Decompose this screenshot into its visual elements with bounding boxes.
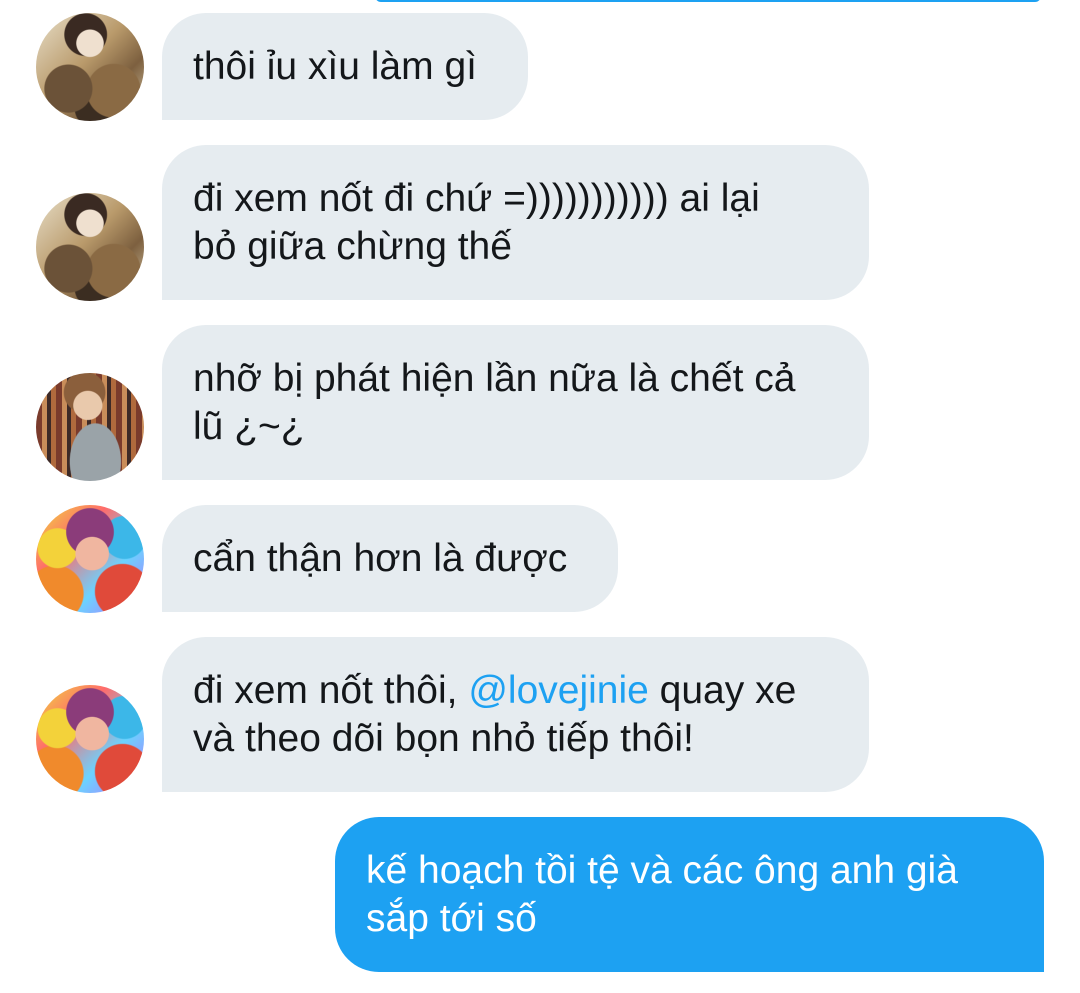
- avatar[interactable]: [36, 193, 144, 301]
- message-text: cẩn thận hơn là được: [193, 536, 568, 580]
- incoming-message-bubble[interactable]: thôi ỉu xìu làm gì: [162, 13, 528, 120]
- message-text: đi xem nốt đi chứ =))))))))))) ai lại bỏ…: [193, 176, 760, 268]
- dm-conversation: thôi ỉu xìu làm gì đi xem nốt đi chứ =))…: [0, 0, 1080, 993]
- incoming-message-bubble[interactable]: nhỡ bị phát hiện lần nữa là chết cả lũ ¿…: [162, 325, 869, 480]
- avatar[interactable]: [36, 13, 144, 121]
- user-mention-link[interactable]: @lovejinie: [468, 669, 649, 712]
- message-text: kế hoạch tồi tệ và các ông anh già sắp t…: [366, 848, 958, 940]
- incoming-message-bubble[interactable]: cẩn thận hơn là được: [162, 505, 618, 612]
- message-text-part: đi xem nốt thôi,: [193, 668, 469, 712]
- previous-outgoing-bubble: [375, 0, 1041, 2]
- incoming-message-bubble[interactable]: đi xem nốt thôi, @lovejinie quay xe và t…: [162, 637, 869, 792]
- message-text: thôi ỉu xìu làm gì: [193, 44, 477, 88]
- avatar[interactable]: [36, 685, 144, 793]
- message-text: nhỡ bị phát hiện lần nữa là chết cả lũ ¿…: [193, 356, 796, 448]
- message-text: đi xem nốt thôi, @lovejinie quay xe và t…: [193, 667, 796, 763]
- avatar[interactable]: [36, 373, 144, 481]
- incoming-message-bubble[interactable]: đi xem nốt đi chứ =))))))))))) ai lại bỏ…: [162, 145, 869, 300]
- outgoing-message-bubble[interactable]: kế hoạch tồi tệ và các ông anh già sắp t…: [335, 817, 1044, 972]
- avatar[interactable]: [36, 505, 144, 613]
